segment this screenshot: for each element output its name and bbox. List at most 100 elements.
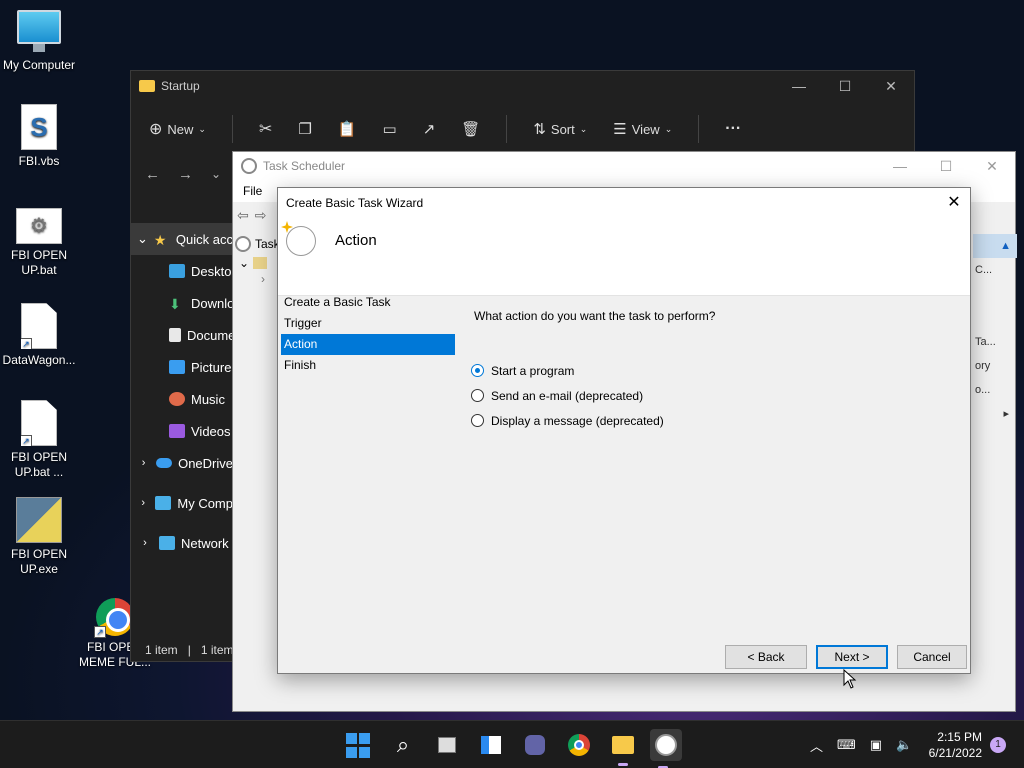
cut-icon[interactable]: ✂ (259, 119, 272, 139)
tree-item-child[interactable]: › (235, 272, 280, 290)
forward-arrow-icon[interactable]: ⇨ (255, 207, 267, 224)
search-icon[interactable]: ⌕ (390, 732, 416, 758)
chrome-icon: ↗ (94, 598, 134, 638)
explorer-toolbar: ⊕ New ⌄ ✂ ❐ 📋 ▭ ↗ 🗑 ⇅ Sort ⌄ ☰ View ⌄ ··· (131, 101, 914, 157)
actions-item[interactable]: C... (973, 258, 1017, 282)
close-icon[interactable]: ✕ (868, 71, 914, 101)
rename-icon[interactable]: ▭ (383, 120, 397, 138)
paste-icon[interactable]: 📋 (338, 120, 357, 138)
desktop-icon-fbi-exe[interactable]: FBI OPEN UP.exe (0, 497, 78, 577)
sidebar-item-music[interactable]: Music (131, 383, 233, 415)
chevron-up-icon[interactable]: ︿ (810, 736, 823, 755)
close-icon[interactable]: ✕ (938, 188, 970, 218)
shortcut-arrow-icon: ↗ (94, 626, 106, 638)
teams-chat-icon[interactable] (522, 732, 548, 758)
option-send-email[interactable]: Send an e-mail (deprecated) (471, 383, 664, 408)
chrome-taskbar-icon[interactable] (566, 732, 592, 758)
desktop-icon-datawagon[interactable]: ↗ DataWagon... (0, 303, 78, 368)
close-icon[interactable]: ✕ (969, 152, 1015, 180)
tree-item-root[interactable]: Task (235, 234, 280, 254)
radio-button-checked[interactable] (471, 364, 484, 377)
document-shortcut-icon: ↗ (21, 303, 57, 349)
forward-arrow-icon[interactable]: → (178, 166, 193, 183)
task-scheduler-taskbar-icon[interactable] (650, 729, 682, 768)
delete-icon[interactable]: 🗑 (461, 120, 480, 138)
notification-badge[interactable]: 1 (990, 737, 1006, 753)
task-scheduler-title: Task Scheduler (263, 159, 346, 173)
step-trigger[interactable]: Trigger (281, 313, 455, 334)
back-arrow-icon[interactable]: ← (145, 166, 160, 183)
sidebar-item-videos[interactable]: Videos (131, 415, 233, 447)
explorer-caption-buttons: — ☐ ✕ (776, 71, 914, 101)
keyboard-icon[interactable]: ⌨ (837, 737, 856, 753)
widgets-icon[interactable] (478, 732, 504, 758)
radio-button[interactable] (471, 414, 484, 427)
actions-item[interactable]: o... (973, 378, 1017, 402)
desktop-icon-my-computer[interactable]: My Computer (0, 10, 78, 73)
clock-time: 2:15 PM (937, 730, 982, 744)
create-basic-task-wizard[interactable]: Create Basic Task Wizard ✕ Action Create… (277, 187, 971, 674)
chevron-right-icon[interactable]: ▸ (973, 402, 1017, 426)
step-create-basic-task[interactable]: Create a Basic Task (281, 292, 455, 313)
step-finish[interactable]: Finish (281, 355, 455, 376)
sidebar-item-pictures[interactable]: Pictures (131, 351, 233, 383)
actions-pane-header[interactable]: ▲ (973, 234, 1017, 258)
option-label: Display a message (deprecated) (491, 413, 664, 428)
tree-item-library[interactable]: ⌄ (235, 254, 280, 272)
sidebar-item-network[interactable]: › Network (131, 527, 233, 559)
next-button[interactable]: Next > (816, 645, 888, 669)
wizard-page-title: Action (335, 232, 377, 249)
desktop-icon-label: FBI OPEN UP.bat (10, 248, 67, 277)
new-button[interactable]: ⊕ New ⌄ (149, 119, 206, 139)
radio-button[interactable] (471, 389, 484, 402)
desktop-icon-fbi-bat-shortcut[interactable]: ↗ FBI OPEN UP.bat ... (0, 400, 78, 480)
desktop-icon-fbi-bat[interactable]: ⚙ FBI OPEN UP.bat (0, 208, 78, 278)
status-divider: | (187, 643, 191, 657)
back-arrow-icon[interactable]: ⇦ (237, 207, 249, 224)
taskbar: ⌕ ︿ ⌨ ▣ 🔈 2:15 PM 6/21/2022 1 (0, 720, 1024, 768)
step-action[interactable]: Action (281, 334, 455, 355)
sidebar-item-desktop[interactable]: Desktop (131, 255, 233, 287)
start-button[interactable] (346, 733, 372, 759)
file-explorer-taskbar-icon[interactable] (610, 732, 636, 766)
actions-item[interactable]: ory (973, 354, 1017, 378)
desktop-icon-fbi-vbs[interactable]: S FBI.vbs (0, 104, 78, 169)
sidebar-item-documents[interactable]: Docume (131, 319, 233, 351)
action-question: What action do you want the task to perf… (474, 309, 716, 323)
sidebar-item-label: Pictures (191, 359, 233, 375)
sort-button[interactable]: ⇅ Sort ⌄ (533, 120, 587, 138)
chevron-down-icon[interactable]: ⌄ (211, 167, 221, 181)
actions-item[interactable]: Ta... (973, 330, 1017, 354)
task-scheduler-tree: Task ⌄ › (235, 234, 280, 290)
maximize-icon[interactable]: ☐ (822, 71, 868, 101)
wizard-title-bar[interactable]: Create Basic Task Wizard (278, 188, 970, 218)
task-view-icon[interactable] (434, 732, 460, 758)
sidebar-item-downloads[interactable]: ⬇ Downlo (131, 287, 233, 319)
network-icon[interactable]: ▣ (870, 737, 882, 753)
chevron-right-icon: › (141, 457, 146, 469)
more-options-icon[interactable]: ··· (725, 120, 741, 138)
sidebar-item-quick-access[interactable]: ⌄ ★ Quick acc (131, 223, 233, 255)
taskbar-clock[interactable]: 2:15 PM 6/21/2022 (929, 729, 982, 761)
share-icon[interactable]: ↗ (423, 120, 436, 138)
view-button[interactable]: ☰ View ⌄ (613, 120, 672, 138)
download-icon: ⬇ (169, 296, 181, 312)
sidebar-item-my-computer[interactable]: › My Comp (131, 487, 233, 519)
clock-icon (241, 158, 257, 174)
sidebar-item-onedrive[interactable]: › OneDrive (131, 447, 233, 479)
menu-file[interactable]: File (243, 184, 262, 198)
minimize-icon[interactable]: — (877, 152, 923, 180)
minimize-icon[interactable]: — (776, 71, 822, 101)
system-tray: ︿ ⌨ ▣ 🔈 (810, 721, 912, 768)
option-display-message[interactable]: Display a message (deprecated) (471, 408, 664, 433)
back-button[interactable]: < Back (725, 645, 807, 669)
explorer-sidebar: ⌄ ★ Quick acc Desktop ⬇ Downlo Docume Pictu… (131, 223, 233, 559)
cancel-button[interactable]: Cancel (897, 645, 967, 669)
copy-icon[interactable]: ❐ (298, 120, 311, 138)
option-label: Send an e-mail (deprecated) (491, 388, 644, 403)
installer-icon (16, 497, 62, 543)
sort-label: Sort (550, 121, 575, 137)
maximize-icon[interactable]: ☐ (923, 152, 969, 180)
volume-icon[interactable]: 🔈 (896, 737, 912, 753)
option-start-program[interactable]: Start a program (471, 358, 664, 383)
